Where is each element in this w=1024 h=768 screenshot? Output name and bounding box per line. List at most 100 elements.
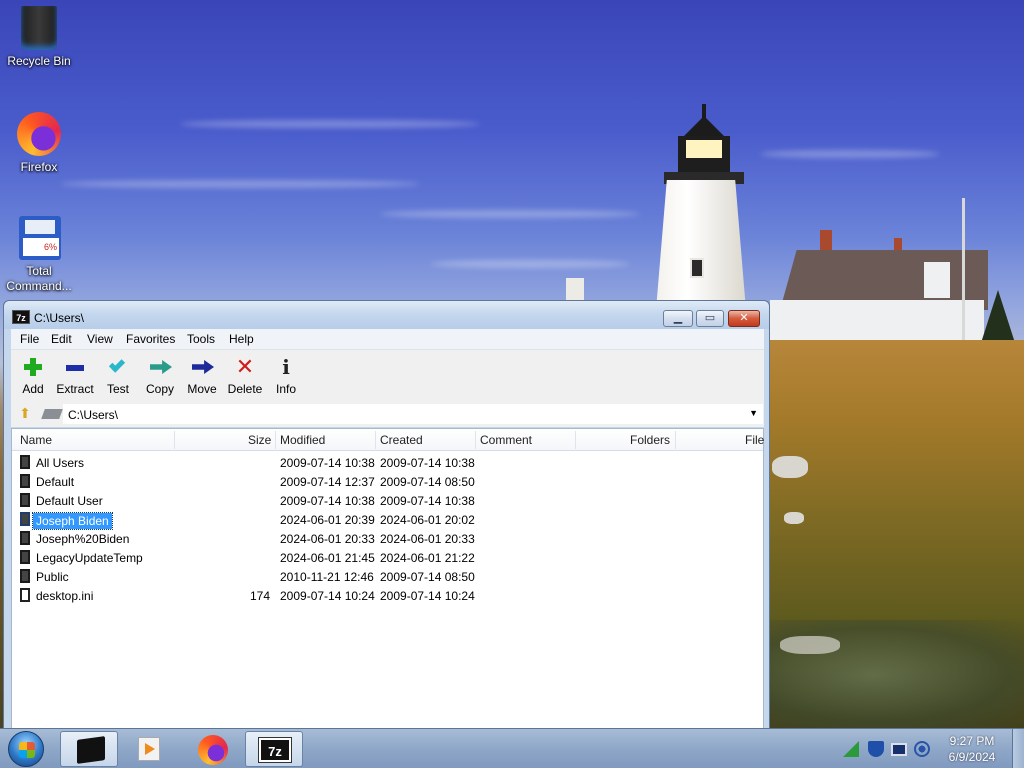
- folder-icon: [20, 531, 30, 545]
- desktop-icon-label: Firefox: [20, 160, 58, 174]
- test-button[interactable]: Test: [96, 354, 140, 396]
- start-button[interactable]: [8, 731, 44, 767]
- add-plus-icon: [21, 356, 45, 378]
- table-row-selected[interactable]: Joseph Biden 2024-06-01 20:39 2024-06-01…: [12, 510, 763, 530]
- recycle-bin-icon: [15, 4, 63, 52]
- file-name: LegacyUpdateTemp: [36, 551, 143, 565]
- info-icon: i: [282, 355, 290, 379]
- column-header-size[interactable]: Size: [248, 433, 271, 447]
- menu-file[interactable]: File: [20, 332, 39, 346]
- total-commander-icon: [15, 214, 63, 262]
- move-arrow-icon: [190, 356, 214, 378]
- toolbar: Add Extract Test Copy Move ✕ Delete i In…: [11, 349, 764, 401]
- table-row[interactable]: LegacyUpdateTemp 2024-06-01 21:45 2024-0…: [12, 548, 763, 567]
- created-date: 2024-06-01 21:22: [380, 551, 475, 565]
- close-button[interactable]: ✕: [728, 310, 760, 327]
- move-button[interactable]: Move: [180, 354, 224, 396]
- folder-icon: [20, 474, 30, 488]
- chevron-down-icon[interactable]: ▼: [749, 408, 758, 418]
- column-header-files[interactable]: File: [745, 433, 764, 447]
- desktop-icon-firefox[interactable]: Firefox: [0, 110, 78, 175]
- menu-edit[interactable]: Edit: [51, 332, 72, 346]
- sky-cloud: [760, 150, 940, 158]
- move-label: Move: [187, 382, 217, 396]
- column-header-folders[interactable]: Folders: [630, 433, 670, 447]
- distant-chimney: [566, 278, 584, 302]
- menu-view[interactable]: View: [87, 332, 113, 346]
- desktop-icon-total-commander[interactable]: Total Command...: [0, 214, 78, 294]
- table-row[interactable]: Joseph%20Biden 2024-06-01 20:33 2024-06-…: [12, 529, 763, 548]
- address-combobox[interactable]: C:\Users\ ▼: [63, 404, 763, 424]
- created-date: 2024-06-01 20:02: [380, 513, 475, 527]
- lighthouse-window: [690, 258, 704, 278]
- firefox-icon: [198, 735, 228, 765]
- menu-favorites[interactable]: Favorites: [126, 332, 175, 346]
- 7zip-icon: 7z: [258, 737, 292, 763]
- file-list[interactable]: Name Size Modified Created Comment Folde…: [11, 428, 764, 729]
- desktop-icon-label: Recycle Bin: [7, 54, 71, 68]
- clock-time: 9:27 PM: [949, 734, 995, 748]
- close-icon: ✕: [739, 312, 749, 324]
- address-bar: ⬆ C:\Users\ ▼: [11, 401, 764, 427]
- system-clock[interactable]: 9:27 PM 6/9/2024: [936, 733, 1008, 765]
- list-header: Name Size Modified Created Comment Folde…: [12, 429, 764, 451]
- rock: [780, 636, 840, 654]
- taskbar-command-prompt[interactable]: [60, 731, 118, 767]
- table-row[interactable]: Default 2009-07-14 12:37 2009-07-14 08:5…: [12, 472, 763, 491]
- folder-icon: [20, 550, 30, 564]
- table-row[interactable]: All Users 2009-07-14 10:38 2009-07-14 10…: [12, 453, 763, 472]
- lighthouse-light: [686, 140, 722, 158]
- media-player-icon[interactable]: [138, 737, 160, 761]
- created-date: 2009-07-14 10:38: [380, 456, 475, 470]
- show-desktop-button[interactable]: [1012, 729, 1024, 768]
- window-title: C:\Users\: [34, 311, 85, 325]
- folder-icon: [20, 493, 30, 507]
- clock-date: 6/9/2024: [948, 750, 996, 764]
- display-icon[interactable]: [891, 743, 907, 756]
- created-date: 2009-07-14 10:38: [380, 494, 475, 508]
- modified-date: 2024-06-01 20:39: [280, 513, 375, 527]
- firefox-icon: [15, 110, 63, 158]
- extract-minus-icon: [63, 356, 87, 378]
- table-row[interactable]: Default User 2009-07-14 10:38 2009-07-14…: [12, 491, 763, 510]
- security-shield-icon[interactable]: [868, 741, 884, 757]
- extract-button[interactable]: Extract: [53, 354, 97, 396]
- copy-label: Copy: [145, 382, 174, 396]
- table-row[interactable]: Public 2010-11-21 12:46 2009-07-14 08:50: [12, 567, 763, 586]
- 7zip-app-icon[interactable]: 7z: [12, 310, 30, 324]
- minimize-button[interactable]: ▁: [663, 310, 693, 327]
- copy-button[interactable]: Copy: [138, 354, 182, 396]
- delete-x-icon: ✕: [235, 354, 255, 379]
- folder-icon: [20, 512, 30, 526]
- menu-help[interactable]: Help: [229, 332, 254, 346]
- network-icon[interactable]: [843, 741, 859, 757]
- column-header-comment[interactable]: Comment: [480, 433, 532, 447]
- copy-arrow-icon: [148, 356, 172, 378]
- desktop-icon-recycle-bin[interactable]: Recycle Bin: [0, 4, 78, 69]
- taskbar-7zip[interactable]: 7z: [245, 731, 303, 767]
- add-button[interactable]: Add: [11, 354, 55, 396]
- delete-button[interactable]: ✕ Delete: [223, 354, 267, 397]
- taskbar-firefox[interactable]: [184, 731, 242, 767]
- rock: [772, 456, 808, 478]
- file-name: Joseph%20Biden: [36, 532, 130, 546]
- desktop-icon-label: Total Command...: [6, 264, 72, 293]
- window-titlebar[interactable]: 7z C:\Users\ ▁ ▭ ✕: [4, 301, 769, 329]
- file-name: All Users: [36, 456, 85, 470]
- rock: [784, 512, 804, 524]
- column-header-created[interactable]: Created: [380, 433, 423, 447]
- table-row[interactable]: desktop.ini 174 2009-07-14 10:24 2009-07…: [12, 586, 763, 605]
- created-date: 2024-06-01 20:33: [380, 532, 475, 546]
- command-prompt-icon: [77, 736, 105, 764]
- menu-tools[interactable]: Tools: [187, 332, 215, 346]
- column-header-name[interactable]: Name: [20, 433, 52, 447]
- file-name: Default: [36, 475, 75, 489]
- maximize-button[interactable]: ▭: [696, 310, 724, 327]
- address-text: C:\Users\: [68, 408, 119, 422]
- volume-icon[interactable]: [914, 741, 930, 757]
- column-header-modified[interactable]: Modified: [280, 433, 325, 447]
- info-button[interactable]: i Info: [264, 354, 308, 396]
- modified-date: 2009-07-14 12:37: [280, 475, 375, 489]
- up-folder-icon[interactable]: ⬆: [17, 405, 33, 421]
- created-date: 2009-07-14 08:50: [380, 475, 475, 489]
